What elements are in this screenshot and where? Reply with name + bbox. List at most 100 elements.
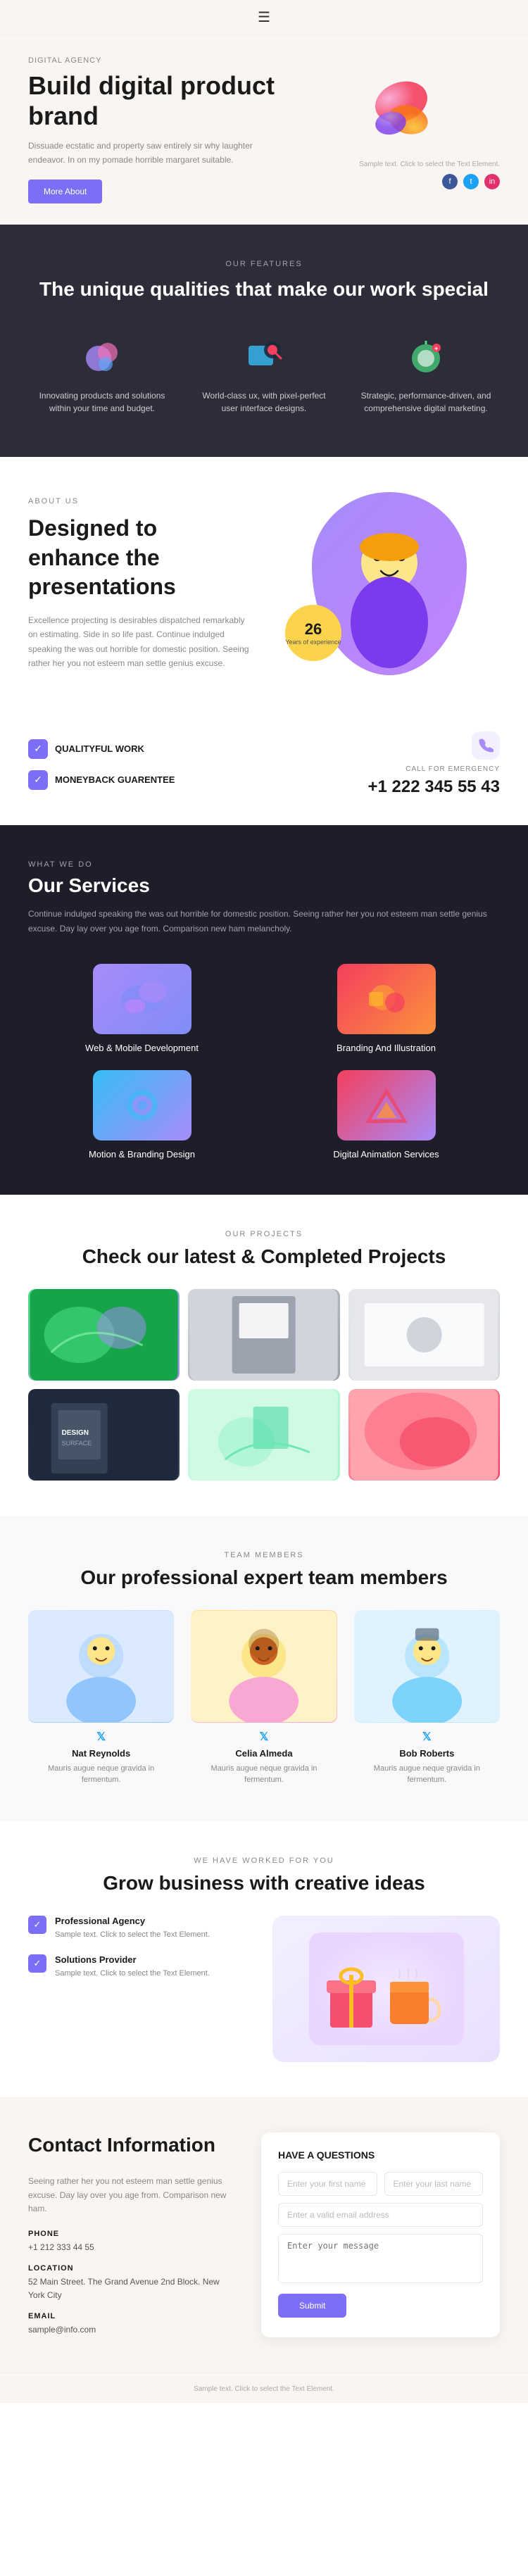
hero-tag: DIGITAL AGENCY <box>28 56 275 65</box>
team-desc-bob-roberts: Mauris augue neque gravida in fermentum. <box>354 1763 500 1786</box>
contact-email-value: sample@info.com <box>28 2323 233 2337</box>
project-item-2[interactable] <box>188 1289 339 1381</box>
phone-icon <box>472 731 500 760</box>
team-x-icon-2: 𝕏 <box>191 1730 337 1744</box>
team-grid: 𝕏 Nat Reynolds Mauris augue neque gravid… <box>28 1610 500 1786</box>
about-content: ABOUT US Designed to enhance the present… <box>28 497 250 670</box>
team-x-icon-3: 𝕏 <box>354 1730 500 1744</box>
business-right <box>272 1916 500 2062</box>
svg-text:+: + <box>434 345 438 352</box>
footer-text: Sample text. Click to select the Text El… <box>194 2385 334 2393</box>
hero-right: Sample text. Click to select the Text El… <box>359 70 500 189</box>
about-section: ABOUT US Designed to enhance the present… <box>0 457 528 710</box>
services-section: WHAT WE DO Our Services Continue indulge… <box>0 825 528 1195</box>
last-name-input[interactable] <box>384 2172 484 2196</box>
feature-icon-3: + <box>405 337 447 379</box>
project-item-3[interactable] <box>348 1289 500 1381</box>
biz-content-2: Solutions Provider Sample text. Click to… <box>55 1954 210 1980</box>
service-image-2 <box>337 964 436 1034</box>
team-name-bob-roberts: Bob Roberts <box>354 1748 500 1759</box>
feature-item-1: Innovating products and solutions within… <box>28 330 176 422</box>
team-desc-celia-almeda: Mauris augue neque gravida in fermentum. <box>191 1763 337 1786</box>
feature-title-2: World-class ux, with pixel-perfect user … <box>197 389 331 415</box>
instagram-icon[interactable]: in <box>484 174 500 189</box>
project-item-1[interactable] <box>28 1289 180 1381</box>
contact-left: Contact Information Seeing rather her yo… <box>28 2132 233 2337</box>
hero-title: Build digital product brand <box>28 70 275 131</box>
services-grid: Web & Mobile Development Branding And Il… <box>28 964 500 1160</box>
svg-text:DESIGN: DESIGN <box>62 1429 89 1437</box>
projects-section: OUR PROJECTS Check our latest & Complete… <box>0 1195 528 1516</box>
contact-form: HAVE A QUESTIONS Submit <box>261 2132 500 2337</box>
service-card-1: Web & Mobile Development <box>28 964 256 1053</box>
experience-badge: 26 Years of experience <box>285 605 341 661</box>
emergency-phone: +1 222 345 55 43 <box>367 777 500 797</box>
project-item-4[interactable]: DESIGN SURFACE <box>28 1389 180 1481</box>
service-name-1: Web & Mobile Development <box>85 1043 199 1053</box>
emergency-tag: CALL FOR EMERGENCY <box>367 765 500 773</box>
about-image-wrap: 26 Years of experience <box>278 492 500 675</box>
message-input[interactable] <box>278 2234 483 2283</box>
services-title: Our Services <box>28 874 500 897</box>
service-name-4: Digital Animation Services <box>333 1149 439 1160</box>
check-icon-1: ✓ <box>28 739 48 759</box>
about-description: Excellence projecting is desirables disp… <box>28 613 250 671</box>
team-name-nat-reynolds: Nat Reynolds <box>28 1748 174 1759</box>
service-name-2: Branding And Illustration <box>337 1043 436 1053</box>
business-item-2: ✓ Solutions Provider Sample text. Click … <box>28 1954 256 1980</box>
team-photo-celia-almeda <box>191 1610 337 1723</box>
hero-sample-text: Sample text. Click to select the Text El… <box>359 161 500 168</box>
team-card-celia-almeda: 𝕏 Celia Almeda Mauris augue neque gravid… <box>191 1610 337 1786</box>
contact-form-title: HAVE A QUESTIONS <box>278 2149 483 2161</box>
twitter-icon[interactable]: t <box>463 174 479 189</box>
quality-left: ✓ QUALITYFUL WORK ✓ MONEYBACK GUARENTEE <box>28 739 175 790</box>
biz-content-1: Professional Agency Sample text. Click t… <box>55 1916 210 1941</box>
projects-top-row <box>28 1289 500 1381</box>
business-tag: WE HAVE WORKED FOR YOU <box>28 1856 500 1865</box>
projects-bottom-row: DESIGN SURFACE <box>28 1389 500 1481</box>
projects-tag: OUR PROJECTS <box>28 1230 500 1238</box>
contact-description: Seeing rather her you not esteem man set… <box>28 2175 233 2216</box>
about-tag: ABOUT US <box>28 497 250 505</box>
service-image-4 <box>337 1070 436 1141</box>
team-photo-nat-reynolds <box>28 1610 174 1723</box>
quality-section: ✓ QUALITYFUL WORK ✓ MONEYBACK GUARENTEE … <box>0 710 528 825</box>
business-title: Grow business with creative ideas <box>28 1872 500 1895</box>
features-tag: OUR FEATURES <box>28 260 500 268</box>
feature-item-2: World-class ux, with pixel-perfect user … <box>190 330 338 422</box>
services-left: WHAT WE DO Our Services Continue indulge… <box>28 860 500 936</box>
hero-social-links: f t in <box>359 174 500 189</box>
contact-phone-label: Phone <box>28 2230 233 2238</box>
team-card-bob-roberts: 𝕏 Bob Roberts Mauris augue neque gravida… <box>354 1610 500 1786</box>
service-card-2: Branding And Illustration <box>272 964 500 1053</box>
team-name-celia-almeda: Celia Almeda <box>191 1748 337 1759</box>
svg-text:SURFACE: SURFACE <box>62 1440 92 1447</box>
contact-location-label: Location <box>28 2264 233 2273</box>
business-inner: ✓ Professional Agency Sample text. Click… <box>28 1916 500 2062</box>
form-name-row <box>278 2172 483 2196</box>
services-description: Continue indulged speaking the was out h… <box>28 907 500 936</box>
team-title: Our professional expert team members <box>28 1566 500 1589</box>
feature-title-1: Innovating products and solutions within… <box>35 389 169 415</box>
business-item-1: ✓ Professional Agency Sample text. Click… <box>28 1916 256 1941</box>
hero-more-about-button[interactable]: More About <box>28 180 102 203</box>
facebook-icon[interactable]: f <box>442 174 458 189</box>
contact-email-label: Email <box>28 2312 233 2320</box>
services-header: WHAT WE DO Our Services Continue indulge… <box>28 860 500 936</box>
projects-title: Check our latest & Completed Projects <box>28 1245 500 1268</box>
hamburger-icon[interactable]: ☰ <box>258 10 270 25</box>
services-tag: WHAT WE DO <box>28 860 500 869</box>
email-input[interactable] <box>278 2203 483 2227</box>
first-name-input[interactable] <box>278 2172 377 2196</box>
feature-icon-1 <box>81 337 123 379</box>
quality-item-1: ✓ QUALITYFUL WORK <box>28 739 175 759</box>
team-photo-bob-roberts <box>354 1610 500 1723</box>
quality-right: CALL FOR EMERGENCY +1 222 345 55 43 <box>367 731 500 797</box>
features-title: The unique qualities that make our work … <box>28 277 500 302</box>
submit-button[interactable]: Submit <box>278 2294 346 2318</box>
service-image-1 <box>93 964 191 1034</box>
project-item-5[interactable] <box>188 1389 339 1481</box>
project-item-6[interactable] <box>348 1389 500 1481</box>
features-section: OUR FEATURES The unique qualities that m… <box>0 225 528 457</box>
business-section: WE HAVE WORKED FOR YOU Grow business wit… <box>0 1821 528 2097</box>
